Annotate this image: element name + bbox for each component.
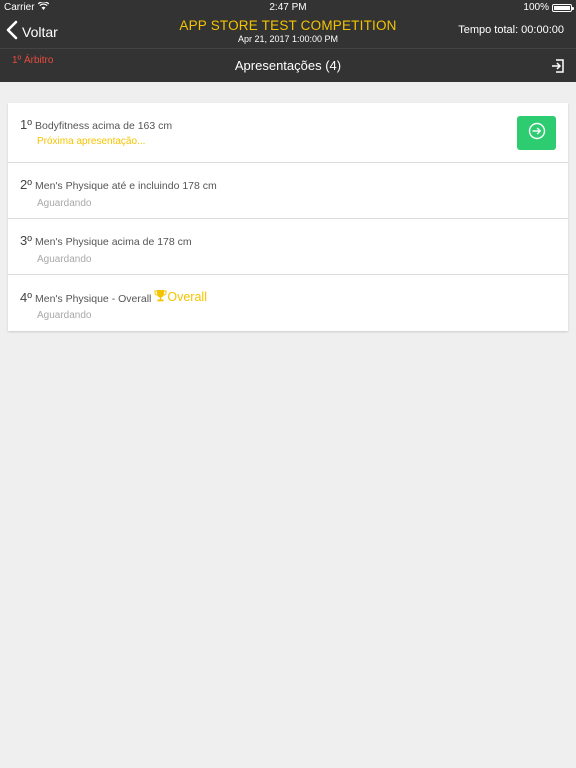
row-name: Men's Physique até e incluindo 178 cm	[34, 180, 217, 192]
row-number: 3º	[20, 233, 32, 248]
row-title: 1º Bodyfitness acima de 163 cm	[20, 117, 172, 132]
row-number: 1º	[20, 117, 32, 132]
row-number: 2º	[20, 177, 32, 192]
exit-button[interactable]	[550, 58, 566, 74]
row-status: Aguardando	[37, 198, 92, 209]
row-status: Aguardando	[37, 310, 92, 321]
battery-percent: 100%	[523, 2, 549, 13]
row-status: Próxima apresentação...	[37, 136, 146, 147]
list-item[interactable]: 4º Men's Physique - Overall Overall Agua…	[8, 275, 568, 331]
row-name: Men's Physique acima de 178 cm	[34, 236, 192, 248]
status-right: 100%	[523, 2, 574, 13]
presentation-list: 1º Bodyfitness acima de 163 cm Próxima a…	[8, 103, 568, 331]
status-bar: Carrier 2:47 PM 100%	[0, 0, 576, 16]
list-item[interactable]: 3º Men's Physique acima de 178 cm Aguard…	[8, 219, 568, 275]
row-title: 3º Men's Physique acima de 178 cm	[20, 233, 192, 248]
exit-icon	[550, 59, 566, 78]
row-title: 4º Men's Physique - Overall Overall	[20, 289, 207, 305]
row-name: Men's Physique - Overall	[34, 293, 152, 305]
row-status: Aguardando	[37, 254, 92, 265]
list-item[interactable]: 1º Bodyfitness acima de 163 cm Próxima a…	[8, 103, 568, 163]
enter-icon	[528, 122, 546, 145]
row-title: 2º Men's Physique até e incluindo 178 cm	[20, 177, 217, 192]
status-time: 2:47 PM	[269, 2, 307, 13]
sub-header: 1º Árbitro Apresentações (4)	[0, 48, 576, 82]
battery-icon	[552, 3, 574, 12]
start-presentation-button[interactable]	[517, 116, 556, 150]
total-time: Tempo total: 00:00:00	[458, 24, 564, 36]
navigation-bar: Voltar APP STORE TEST COMPETITION Apr 21…	[0, 16, 576, 48]
row-number: 4º	[20, 290, 32, 305]
overall-badge: Overall	[154, 289, 207, 305]
list-item[interactable]: 2º Men's Physique até e incluindo 178 cm…	[8, 163, 568, 219]
trophy-icon	[154, 289, 167, 305]
presentations-title: Apresentações (4)	[234, 58, 342, 73]
row-name: Bodyfitness acima de 163 cm	[34, 120, 173, 132]
overall-label: Overall	[167, 290, 207, 304]
